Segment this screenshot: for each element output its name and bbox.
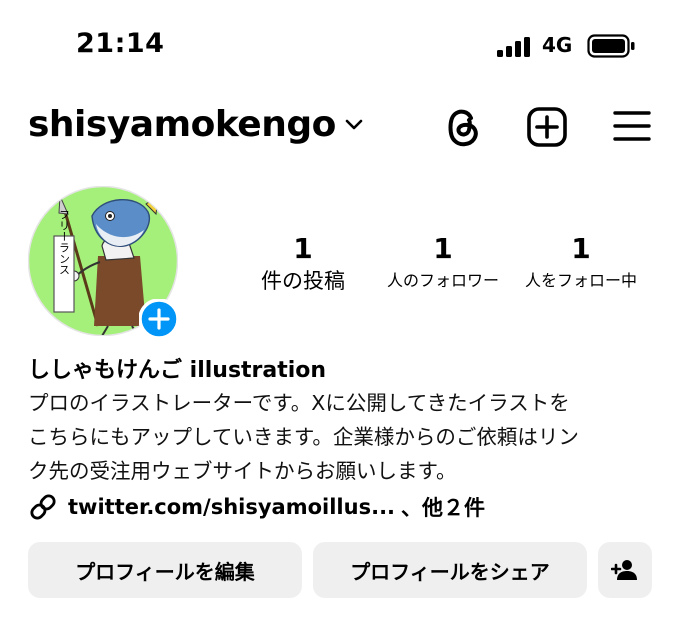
stat-posts-label: 件の投稿 <box>261 269 345 293</box>
battery-icon <box>587 34 635 58</box>
stat-posts[interactable]: 1 件の投稿 <box>246 232 360 294</box>
stat-following-count: 1 <box>571 232 591 265</box>
bio-line: こちらにもアップしていきます。企業様からのご依頼はリン <box>28 425 579 449</box>
link-icon <box>30 494 56 520</box>
stat-posts-count: 1 <box>293 232 313 265</box>
stat-following[interactable]: 1 人をフォロー中 <box>514 232 648 294</box>
network-type: 4G <box>542 33 573 57</box>
new-post-icon[interactable] <box>526 106 568 148</box>
threads-icon[interactable] <box>444 106 482 148</box>
stat-followers[interactable]: 1 人のフォロワー <box>376 232 510 294</box>
signal-bars-icon <box>497 37 530 57</box>
share-profile-button[interactable]: プロフィールをシェア <box>313 542 587 598</box>
stat-following-label: 人をフォロー中 <box>524 271 637 290</box>
chevron-down-icon[interactable] <box>344 118 364 132</box>
profile-links[interactable]: twitter.com/shisyamoillus... 、他２件 <box>28 492 485 522</box>
display-name: ししゃもけんご illustration <box>28 358 327 383</box>
avatar-banner-text: フリーランス <box>58 209 71 275</box>
bio-line: ク先の受注用ウェブサイトからお願いします。 <box>28 459 457 483</box>
status-time: 21:14 <box>76 28 165 59</box>
bio: プロのイラストレーターです。Xに公開してきたイラストを こちらにもアップしていき… <box>28 386 658 488</box>
stat-followers-label: 人のフォロワー <box>386 271 499 290</box>
profile-username[interactable]: shisyamokengo <box>28 104 336 145</box>
menu-icon[interactable] <box>612 108 652 144</box>
edit-profile-button[interactable]: プロフィールを編集 <box>28 542 302 598</box>
add-story-icon[interactable] <box>139 299 179 339</box>
add-person-icon <box>611 560 637 580</box>
stat-followers-count: 1 <box>433 232 453 265</box>
profile-link-more[interactable]: 、他２件 <box>401 492 485 522</box>
bio-line: プロのイラストレーターです。Xに公開してきたイラストを <box>28 391 570 415</box>
profile-link[interactable]: twitter.com/shisyamoillus... <box>68 495 395 519</box>
discover-people-button[interactable] <box>598 542 652 598</box>
